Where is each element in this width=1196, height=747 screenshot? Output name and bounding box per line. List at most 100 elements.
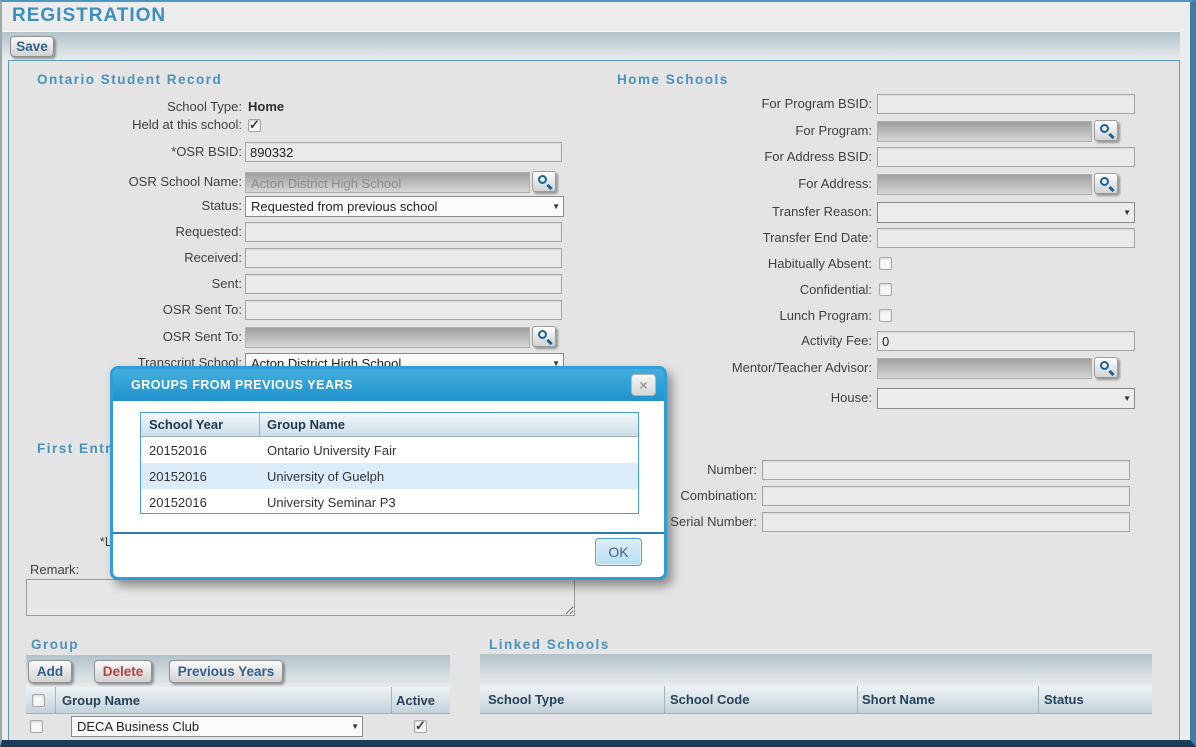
osr-bsid-input[interactable] bbox=[245, 142, 562, 162]
requested-input[interactable] bbox=[245, 222, 562, 242]
activity-fee-input[interactable] bbox=[877, 331, 1135, 351]
status-column-header: Status bbox=[1044, 686, 1084, 713]
dialog-title: GROUPS FROM PREVIOUS YEARS bbox=[131, 369, 353, 401]
group-active-checkbox[interactable] bbox=[414, 720, 427, 733]
group-add-button[interactable]: Add bbox=[28, 660, 72, 683]
groups-from-previous-years-dialog: GROUPS FROM PREVIOUS YEARS × School Year… bbox=[110, 366, 667, 580]
for-program-field bbox=[877, 121, 1092, 142]
lunch-program-label: Lunch Program: bbox=[622, 306, 872, 326]
group-select-all-checkbox[interactable] bbox=[32, 694, 45, 707]
main-toolbar: Save bbox=[2, 31, 1180, 61]
dialog-table-row[interactable]: 20152016 University Seminar P3 bbox=[141, 489, 638, 515]
osr-school-name-field: Acton District High School bbox=[245, 172, 530, 193]
remark-label: Remark: bbox=[30, 560, 86, 580]
column-divider bbox=[391, 687, 392, 713]
school-type-column-header: School Type bbox=[488, 686, 564, 713]
school-year-cell: 20152016 bbox=[141, 489, 259, 515]
column-divider bbox=[664, 686, 665, 713]
chevron-down-icon: ▼ bbox=[1123, 208, 1131, 217]
search-icon bbox=[1100, 124, 1109, 133]
for-program-bsid-label: For Program BSID: bbox=[622, 94, 872, 114]
remark-textarea[interactable] bbox=[26, 579, 575, 616]
osr-sent-to2-label: OSR Sent To: bbox=[4, 327, 242, 347]
held-at-school-checkbox[interactable] bbox=[248, 119, 261, 132]
group-name-cell: Ontario University Fair bbox=[259, 437, 638, 463]
received-label: Received: bbox=[4, 248, 242, 268]
dialog-table-row[interactable]: 20152016 University of Guelph bbox=[141, 463, 638, 489]
dialog-header: GROUPS FROM PREVIOUS YEARS × bbox=[113, 369, 664, 401]
group-name-column-header: Group Name bbox=[62, 687, 140, 713]
search-icon bbox=[538, 330, 547, 339]
column-divider bbox=[55, 687, 56, 713]
school-year-cell: 20152016 bbox=[141, 437, 259, 463]
home-schools-section-title: Home Schools bbox=[617, 72, 729, 87]
chevron-down-icon: ▼ bbox=[351, 722, 359, 731]
group-section-title: Group bbox=[31, 637, 79, 652]
ok-button[interactable]: OK bbox=[595, 538, 642, 566]
group-previous-years-button[interactable]: Previous Years bbox=[169, 660, 283, 683]
for-address-field bbox=[877, 174, 1092, 195]
locker-combination-input[interactable] bbox=[762, 486, 1130, 506]
for-address-search-button[interactable] bbox=[1094, 173, 1118, 194]
for-program-search-button[interactable] bbox=[1094, 120, 1118, 141]
group-name-cell: University of Guelph bbox=[259, 463, 638, 489]
dialog-table-header: School Year Group Name bbox=[141, 413, 638, 437]
sent-input[interactable] bbox=[245, 274, 562, 294]
lunch-program-checkbox[interactable] bbox=[879, 309, 892, 322]
column-divider bbox=[259, 413, 260, 436]
mentor-advisor-field bbox=[877, 358, 1092, 379]
linked-schools-toolbar bbox=[480, 654, 1152, 686]
transfer-reason-select[interactable]: ▼ bbox=[877, 202, 1135, 223]
osr-sent-to-search-button[interactable] bbox=[532, 326, 556, 347]
for-address-bsid-input[interactable] bbox=[877, 147, 1135, 167]
status-label: Status: bbox=[4, 196, 242, 216]
held-at-school-label: Held at this school: bbox=[4, 115, 242, 135]
locker-serial-input[interactable] bbox=[762, 512, 1130, 532]
close-icon[interactable]: × bbox=[631, 374, 656, 396]
osr-school-name-label: OSR School Name: bbox=[4, 172, 242, 192]
school-type-value: Home bbox=[248, 97, 284, 117]
chevron-down-icon: ▼ bbox=[552, 202, 560, 211]
sent-label: Sent: bbox=[4, 274, 242, 294]
group-delete-button[interactable]: Delete bbox=[94, 660, 152, 683]
group-name-select-value: DECA Business Club bbox=[77, 719, 199, 734]
school-year-column-header: School Year bbox=[141, 413, 259, 436]
save-button[interactable]: Save bbox=[10, 36, 54, 57]
school-code-column-header: School Code bbox=[670, 686, 749, 713]
linked-schools-table-header: School Type School Code Short Name Statu… bbox=[480, 686, 1152, 714]
dialog-footer-divider bbox=[113, 532, 664, 534]
status-select[interactable]: Requested from previous school ▼ bbox=[245, 196, 564, 217]
osr-school-name-search-button[interactable] bbox=[532, 171, 556, 192]
locker-number-input[interactable] bbox=[762, 460, 1130, 480]
search-icon bbox=[538, 175, 547, 184]
short-name-column-header: Short Name bbox=[862, 686, 935, 713]
transfer-end-date-input[interactable] bbox=[877, 228, 1135, 248]
osr-sent-to-input[interactable] bbox=[245, 300, 562, 320]
mentor-advisor-search-button[interactable] bbox=[1094, 357, 1118, 378]
osr-section-title: Ontario Student Record bbox=[37, 72, 222, 87]
chevron-down-icon: ▼ bbox=[1123, 394, 1131, 403]
habitually-absent-label: Habitually Absent: bbox=[622, 254, 872, 274]
search-icon bbox=[1100, 177, 1109, 186]
group-table-header: Group Name Active bbox=[26, 687, 450, 714]
column-divider bbox=[857, 686, 858, 713]
for-program-bsid-input[interactable] bbox=[877, 94, 1135, 114]
osr-sent-to2-field bbox=[245, 327, 530, 348]
registration-page: REGISTRATION Save Ontario Student Record… bbox=[0, 0, 1196, 747]
received-input[interactable] bbox=[245, 248, 562, 268]
osr-sent-to-label: OSR Sent To: bbox=[4, 300, 242, 320]
dialog-groups-table: School Year Group Name 20152016 Ontario … bbox=[140, 412, 639, 514]
status-select-value: Requested from previous school bbox=[251, 199, 437, 214]
group-name-select[interactable]: DECA Business Club ▼ bbox=[71, 716, 363, 737]
activity-fee-label: Activity Fee: bbox=[622, 331, 872, 351]
dialog-table-row[interactable]: 20152016 Ontario University Fair bbox=[141, 437, 638, 463]
group-active-column-header: Active bbox=[396, 687, 435, 713]
page-title: REGISTRATION bbox=[12, 5, 166, 27]
group-row-checkbox[interactable] bbox=[30, 720, 43, 733]
group-name-cell: University Seminar P3 bbox=[259, 489, 638, 515]
column-divider bbox=[1038, 686, 1039, 713]
confidential-checkbox[interactable] bbox=[879, 283, 892, 296]
house-select[interactable]: ▼ bbox=[877, 388, 1135, 409]
habitually-absent-checkbox[interactable] bbox=[879, 257, 892, 270]
confidential-label: Confidential: bbox=[622, 280, 872, 300]
